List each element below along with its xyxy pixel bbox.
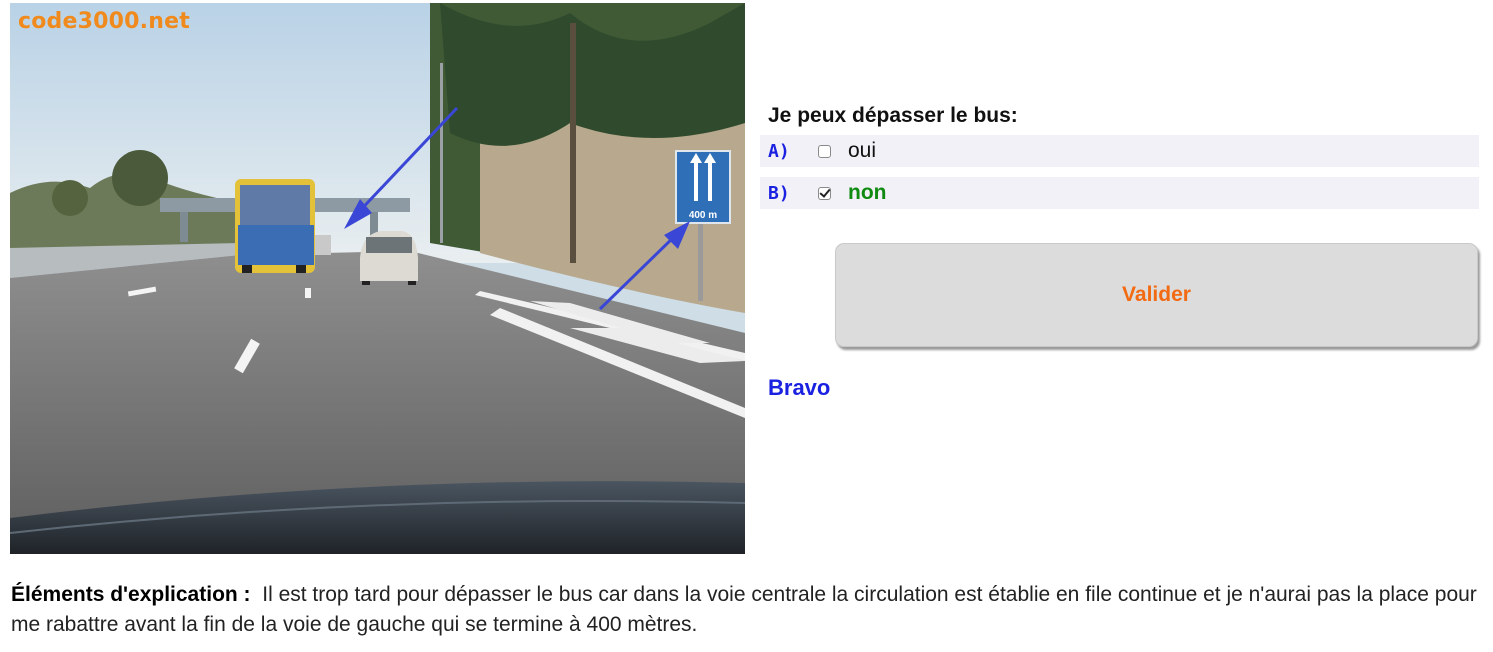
sign-distance-label: 400 m xyxy=(689,210,717,221)
question-photo: 400 m code3000.net xyxy=(10,3,745,554)
answer-text-b: non xyxy=(848,181,887,204)
road-scene-illustration: 400 m xyxy=(10,3,745,554)
question-text: Je peux dépasser le bus: xyxy=(768,104,1018,127)
explanation-block: Éléments d'explication : Il est trop tar… xyxy=(11,580,1481,640)
explanation-label: Éléments d'explication : xyxy=(11,583,251,606)
answer-letter: A) xyxy=(768,140,790,162)
validate-button[interactable]: Valider xyxy=(835,243,1478,347)
answer-checkbox-a[interactable] xyxy=(818,144,831,158)
answer-letter: B) xyxy=(768,182,790,204)
result-feedback: Bravo xyxy=(768,375,831,400)
page: 400 m code3000.net Je peux dépasser le b… xyxy=(0,0,1493,652)
answer-row-b[interactable]: B) non xyxy=(760,177,1479,209)
answer-text-a: oui xyxy=(848,139,877,162)
answer-checkbox-b[interactable] xyxy=(818,186,831,200)
watermark-logo: code3000.net xyxy=(18,9,190,34)
answer-row-a[interactable]: A) oui xyxy=(760,135,1479,167)
